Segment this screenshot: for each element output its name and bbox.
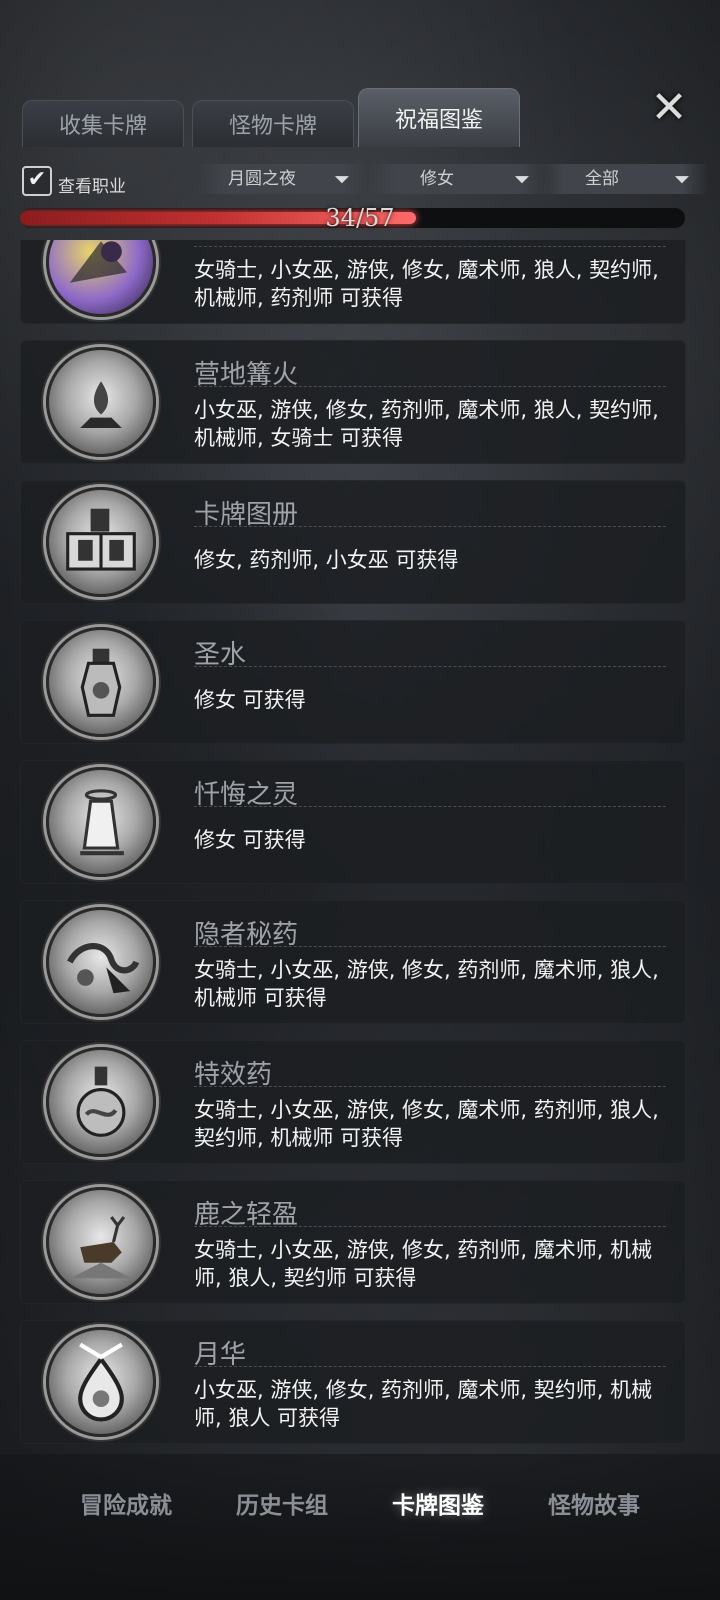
holy-water-icon — [46, 627, 156, 737]
nav-deck-history[interactable]: 历史卡组 — [202, 1486, 362, 1520]
blessing-desc: 小女巫, 游侠, 修女, 药剂师, 魔术师, 狼人, 契约师, 机械师, 女骑士… — [194, 398, 659, 450]
nav-monster-stories[interactable]: 怪物故事 — [514, 1486, 674, 1520]
dropdown-range[interactable]: 全部 ⏷ — [538, 164, 708, 194]
list-item[interactable]: 特效药 女骑士, 小女巫, 游侠, 修女, 魔术师, 药剂师, 狼人, 契约师,… — [20, 1040, 686, 1164]
list-item[interactable]: 女骑士, 小女巫, 游侠, 修女, 魔术师, 狼人, 契约师, 机械师, 药剂师… — [20, 240, 686, 324]
deer-icon — [46, 1187, 156, 1297]
divider — [194, 946, 666, 947]
list-item[interactable]: 鹿之轻盈 女骑士, 小女巫, 游侠, 修女, 药剂师, 魔术师, 机械师, 狼人… — [20, 1180, 686, 1304]
moonlight-drop-icon — [46, 1327, 156, 1437]
divider — [194, 1366, 666, 1367]
blessing-avatar-icon — [46, 240, 156, 317]
dropdown-class-value: 修女 — [420, 169, 454, 189]
dropdown-mode-value: 月圆之夜 — [228, 169, 296, 189]
campfire-icon — [46, 347, 156, 457]
divider — [194, 386, 666, 387]
dropdown-class[interactable]: 修女 ⏷ — [368, 164, 548, 194]
tab-bar: 收集卡牌 怪物卡牌 祝福图鉴 — [22, 88, 542, 147]
bottom-nav: 冒险成就 历史卡组 卡牌图鉴 怪物故事 — [0, 1454, 720, 1600]
list-item[interactable]: 圣水 修女 可获得 — [20, 620, 686, 744]
tab-collect-cards[interactable]: 收集卡牌 — [22, 100, 184, 147]
repentant-spirit-icon — [46, 767, 156, 877]
list-item[interactable]: 月华 小女巫, 游侠, 修女, 药剂师, 魔术师, 契约师, 机械师, 狼人 可… — [20, 1320, 686, 1444]
divider — [194, 666, 666, 667]
dropdown-mode[interactable]: 月圆之夜 ⏷ — [198, 164, 368, 194]
tab-monster-cards[interactable]: 怪物卡牌 — [192, 100, 354, 147]
divider — [194, 1226, 666, 1227]
divider — [194, 806, 666, 807]
list-item[interactable]: 隐者秘药 女骑士, 小女巫, 游侠, 修女, 药剂师, 魔术师, 狼人, 机械师… — [20, 900, 686, 1024]
elixir-icon — [46, 1047, 156, 1157]
divider — [194, 1086, 666, 1087]
list-item[interactable]: 营地篝火 小女巫, 游侠, 修女, 药剂师, 魔术师, 狼人, 契约师, 机械师… — [20, 340, 686, 464]
nav-card-codex[interactable]: 卡牌图鉴 — [358, 1486, 518, 1520]
hermit-potion-icon — [46, 907, 156, 1017]
tab-blessing-codex[interactable]: 祝福图鉴 — [358, 88, 520, 147]
blessing-desc: 女骑士, 小女巫, 游侠, 修女, 药剂师, 魔术师, 机械师, 狼人, 契约师… — [194, 1238, 653, 1290]
blessing-desc: 修女, 药剂师, 小女巫 可获得 — [194, 548, 459, 572]
divider — [194, 246, 666, 247]
divider — [194, 526, 666, 527]
filter-funnel-icon: ⏷ — [674, 167, 690, 191]
filter-funnel-icon: ⏷ — [514, 167, 530, 191]
list-item[interactable]: 忏悔之灵 修女 可获得 — [20, 760, 686, 884]
filter-row: ✔ 查看职业 月圆之夜 ⏷ 修女 ⏷ 全部 ⏷ — [18, 160, 708, 200]
show-class-label: 查看职业 — [58, 177, 126, 197]
close-x-icon[interactable]: ✕ — [647, 86, 691, 130]
nav-adventure-achievements[interactable]: 冒险成就 — [46, 1486, 206, 1520]
blessing-desc: 女骑士, 小女巫, 游侠, 修女, 魔术师, 狼人, 契约师, 机械师, 药剂师… — [194, 258, 659, 310]
list-item[interactable]: 卡牌图册 修女, 药剂师, 小女巫 可获得 — [20, 480, 686, 604]
blessing-desc: 女骑士, 小女巫, 游侠, 修女, 药剂师, 魔术师, 狼人, 机械师 可获得 — [194, 958, 659, 1010]
blessing-desc: 女骑士, 小女巫, 游侠, 修女, 魔术师, 药剂师, 狼人, 契约师, 机械师… — [194, 1098, 659, 1150]
show-class-checkbox[interactable]: ✔ — [22, 166, 52, 196]
blessing-desc: 小女巫, 游侠, 修女, 药剂师, 魔术师, 契约师, 机械师, 狼人 可获得 — [194, 1378, 653, 1430]
blessing-desc: 修女 可获得 — [194, 688, 306, 712]
dropdown-range-value: 全部 — [585, 169, 619, 189]
card-album-icon — [46, 487, 156, 597]
filter-funnel-icon: ⏷ — [334, 167, 350, 191]
blessing-list[interactable]: 女骑士, 小女巫, 游侠, 修女, 魔术师, 狼人, 契约师, 机械师, 药剂师… — [20, 240, 686, 1452]
blessing-desc: 修女 可获得 — [194, 828, 306, 852]
collection-progress-text: 34/57 — [325, 204, 395, 232]
